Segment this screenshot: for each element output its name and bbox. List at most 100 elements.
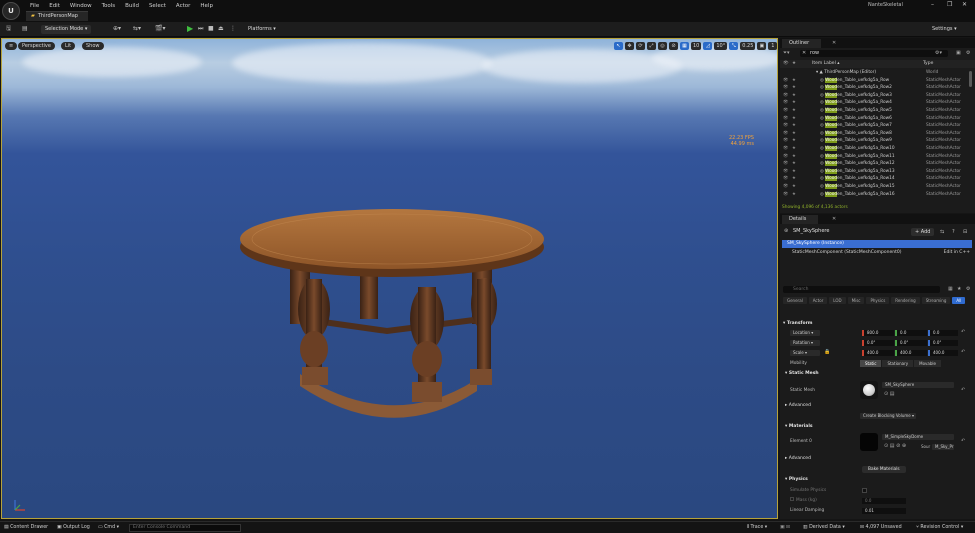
pin-icon[interactable]: ★ — [792, 130, 796, 138]
outliner-scrollbar[interactable] — [969, 71, 972, 87]
pin-icon[interactable]: ★ — [792, 168, 796, 176]
outliner-row[interactable]: 👁 ★ ◎ Wooden_Table_uefkdg5a_Row5 StaticMesh… — [780, 107, 970, 115]
advanced-section-2[interactable]: ▸ Advanced — [782, 455, 972, 462]
instance-row[interactable]: SM_SkySphere (Instance) — [782, 240, 972, 248]
visibility-icon[interactable]: 👁 — [783, 153, 788, 161]
create-blocking-volume-dropdown[interactable]: Create Blocking Volume ▾ — [860, 413, 916, 419]
camera-speed-icon[interactable]: ▣ — [757, 42, 767, 50]
reset-icon[interactable]: ↶ — [961, 438, 965, 445]
outliner-tab[interactable]: Outliner — [782, 39, 822, 48]
unsaved-button[interactable]: ⊟ 4,097 Unsaved — [860, 524, 902, 532]
platforms-dropdown[interactable]: Platforms ▾ — [248, 25, 276, 34]
rotation-x-field[interactable]: 0.0° — [862, 340, 894, 346]
reset-icon[interactable]: ↶ — [961, 349, 965, 356]
cinematics-icon[interactable]: 🎬▾ — [155, 25, 165, 33]
outliner-row[interactable]: 👁 ★ ◎ Wooden_Table_uefkdg5a_Row11 StaticMes… — [780, 153, 970, 161]
save-icon[interactable]: 🖫 — [6, 25, 11, 33]
tab-rendering[interactable]: Rendering — [891, 297, 920, 304]
reset-icon[interactable]: ↶ — [961, 387, 965, 394]
visibility-icon[interactable]: 👁 — [783, 183, 788, 191]
add-component-button[interactable]: + Add — [911, 228, 935, 236]
outliner-row[interactable]: 👁 ★ ◎ Wooden_Table_uefkdg5a_Row2 StaticMesh… — [780, 84, 970, 92]
menu-tools[interactable]: Tools — [97, 2, 121, 10]
favorite-icon[interactable]: ★ — [957, 286, 961, 293]
select-tool-icon[interactable]: ↖ — [614, 42, 623, 50]
blueprint-icon[interactable]: ⇆▾ — [133, 25, 141, 33]
viewport-menu-button[interactable]: ≡ — [5, 42, 18, 50]
item-label-header[interactable]: Item Label ▴ — [812, 60, 840, 68]
visibility-icon[interactable]: 👁 — [783, 137, 788, 145]
map-tab[interactable]: ▰ ThirdPersonMap — [26, 11, 88, 21]
outliner-row[interactable]: 👁 ★ ◎ Wooden_Table_uefkdg5a_Row StaticMeshA… — [780, 77, 970, 85]
world-row[interactable]: ▾ ▲ ThirdPersonMap (Editor) World — [780, 69, 970, 77]
visibility-icon[interactable]: 👁 — [783, 107, 788, 115]
world-space-icon[interactable]: ◎ — [658, 42, 667, 50]
menu-file[interactable]: File — [25, 2, 44, 10]
camera-speed-value[interactable]: 1 — [768, 42, 777, 50]
output-log-button[interactable]: ▣ Output Log — [57, 524, 90, 532]
rotation-snap-value[interactable]: 10° — [714, 42, 728, 50]
location-y-field[interactable]: 0.0 — [895, 330, 927, 336]
scale-y-field[interactable]: 400.0 — [895, 350, 927, 356]
console-command-input[interactable]: Enter Console Command — [129, 524, 241, 532]
menu-select[interactable]: Select — [144, 2, 171, 10]
scale-dropdown[interactable]: Scale ▾ — [790, 350, 820, 356]
trace-dropdown[interactable]: ⫴ Trace ▾ — [747, 524, 767, 532]
pin-icon[interactable]: ★ — [792, 191, 796, 199]
tab-streaming[interactable]: Streaming — [921, 297, 951, 304]
close-icon[interactable]: ✕ — [832, 39, 836, 48]
outliner-row[interactable]: 👁 ★ ◎ Wooden_Table_uefkdg5a_Row8 StaticMesh… — [780, 130, 970, 138]
maximize-button[interactable]: ❐ — [947, 1, 952, 9]
scale-tool-icon[interactable]: ⤢ — [647, 42, 656, 50]
tab-general[interactable]: General — [783, 297, 807, 304]
content-browser-icon[interactable]: ▤ — [22, 25, 28, 33]
scale-snap-icon[interactable]: ⤡ — [729, 42, 739, 50]
visibility-icon[interactable]: 👁 — [783, 175, 788, 183]
skip-icon[interactable]: ⏭ — [198, 25, 203, 33]
advanced-section-1[interactable]: ▸ Advanced — [782, 402, 972, 409]
outliner-row[interactable]: 👁 ★ ◎ Wooden_Table_uefkdg5a_Row7 StaticMesh… — [780, 122, 970, 130]
visibility-icon[interactable]: 👁 — [783, 92, 788, 100]
derived-data-dropdown[interactable]: ▥ Derived Data ▾ — [803, 524, 845, 532]
add-folder-icon[interactable]: ▣ — [956, 50, 961, 57]
level-viewport[interactable]: ≡ Perspective Lit Show ↖ ✥ ⟳ ⤢ ◎ ⊘ ▦ 10 … — [1, 38, 778, 519]
component-row[interactable]: StaticMeshComponent (StaticMeshComponent… — [782, 249, 972, 257]
pin-icon[interactable]: ★ — [792, 145, 796, 153]
status-icons[interactable]: ▣ ⊟ — [780, 524, 790, 532]
mass-override-checkbox[interactable] — [790, 497, 794, 501]
tab-physics[interactable]: Physics — [866, 297, 890, 304]
reset-icon[interactable]: ↶ — [961, 329, 965, 336]
revision-control-dropdown[interactable]: ⑂ Revision Control ▾ — [916, 524, 963, 532]
add-actor-icon[interactable]: ⊕▾ — [113, 25, 121, 33]
content-drawer-button[interactable]: ▤ Content Drawer — [4, 524, 48, 532]
browse-icon[interactable]: ⊙ ▤ ⊘ ⊕ — [884, 443, 906, 450]
simulate-physics-checkbox[interactable] — [862, 488, 867, 493]
settings-dropdown[interactable]: Settings ▾ — [932, 25, 957, 34]
outliner-search-input[interactable]: ✕ row — [800, 50, 948, 57]
settings-icon[interactable]: ⚙▾ — [935, 50, 942, 57]
mass-field[interactable]: 0.0 — [862, 498, 906, 504]
show-button[interactable]: Show — [82, 42, 104, 50]
mobility-static[interactable]: Static — [860, 360, 882, 367]
grid-snap-icon[interactable]: ▦ — [680, 42, 689, 50]
type-header[interactable]: Type — [923, 60, 933, 68]
rotation-snap-icon[interactable]: ◿ — [703, 42, 713, 50]
bake-materials-button[interactable]: Bake Materials — [862, 466, 906, 473]
move-tool-icon[interactable]: ✥ — [625, 42, 634, 50]
pin-icon[interactable]: ★ — [792, 137, 796, 145]
mesh-thumbnail[interactable] — [860, 381, 878, 399]
outliner-row[interactable]: 👁 ★ ◎ Wooden_Table_uefkdg5a_Row9 StaticMesh… — [780, 137, 970, 145]
visibility-icon[interactable]: 👁 — [783, 145, 788, 153]
menu-window[interactable]: Window — [65, 2, 97, 10]
scale-snap-value[interactable]: 0.25 — [740, 42, 756, 50]
stop-icon[interactable]: ■ — [208, 25, 214, 33]
outliner-row[interactable]: 👁 ★ ◎ Wooden_Table_uefkdg5a_Row10 StaticMes… — [780, 145, 970, 153]
play-options-icon[interactable]: ⋮ — [230, 25, 236, 33]
physics-section[interactable]: ▾ Physics — [782, 476, 972, 483]
pin-icon[interactable]: ★ — [792, 84, 796, 92]
location-x-field[interactable]: 800.0 — [862, 330, 894, 336]
source-dropdown[interactable]: M_Sky_Pr — [932, 444, 954, 450]
outliner-row[interactable]: 👁 ★ ◎ Wooden_Table_uefkdg5a_Row14 StaticMes… — [780, 175, 970, 183]
menu-actor[interactable]: Actor — [171, 2, 195, 10]
pin-icon[interactable]: ★ — [792, 122, 796, 130]
